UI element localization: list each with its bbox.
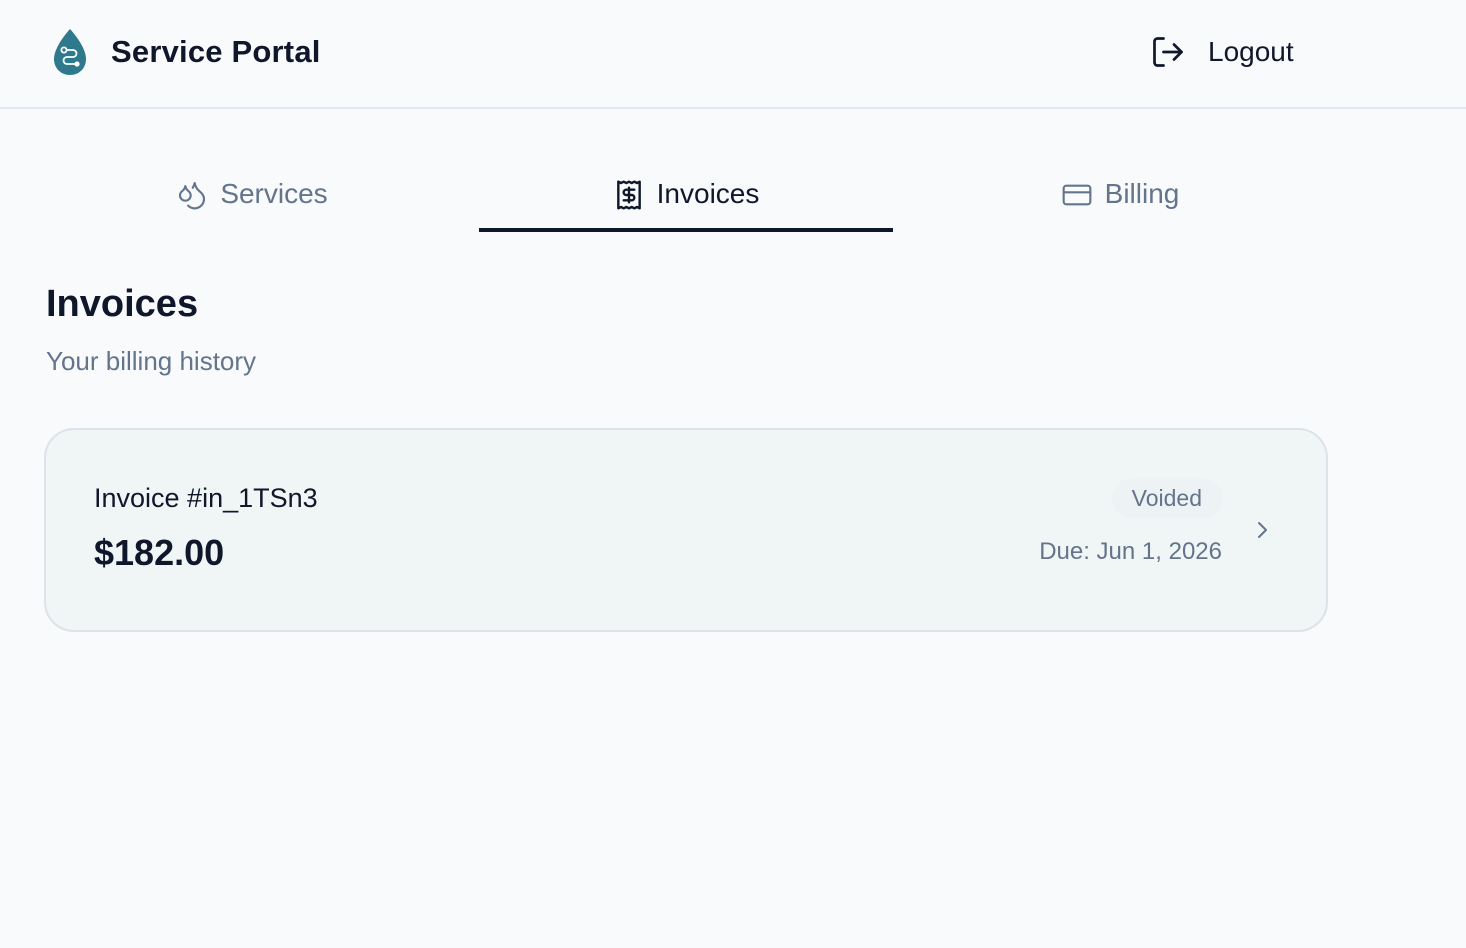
water-drop-route-icon xyxy=(54,29,86,75)
main-tabs: Services Invoices Billing xyxy=(45,160,1287,232)
invoice-due-date: Due: Jun 1, 2026 xyxy=(1039,538,1222,565)
invoice-card[interactable]: Invoice #in_1TSn3 $182.00 Voided Due: Ju… xyxy=(44,428,1328,632)
tab-label-billing: Billing xyxy=(1104,178,1180,209)
page-subtitle: Your billing history xyxy=(46,346,257,376)
tab-invoices[interactable]: Invoices xyxy=(479,160,893,232)
logout-button[interactable]: Logout xyxy=(1150,33,1294,71)
logout-label: Logout xyxy=(1208,36,1294,67)
tab-label-services: Services xyxy=(220,178,328,209)
credit-card-icon xyxy=(1062,184,1092,206)
receipt-icon xyxy=(616,180,641,210)
invoice-number: Invoice #in_1TSn3 xyxy=(94,483,318,513)
invoice-amount: $182.00 xyxy=(94,532,225,573)
tab-label-invoices: Invoices xyxy=(656,178,760,209)
chevron-right-icon xyxy=(1250,518,1274,542)
droplets-icon xyxy=(179,181,206,210)
logout-icon xyxy=(1153,37,1183,67)
app-header: Service Portal Logout xyxy=(0,0,1466,109)
tab-billing[interactable]: Billing xyxy=(913,160,1327,232)
tab-services[interactable]: Services xyxy=(45,160,459,232)
status-badge: Voided xyxy=(1111,478,1222,518)
brand[interactable]: Service Portal xyxy=(50,26,321,78)
brand-title: Service Portal xyxy=(111,34,321,69)
page-title: Invoices xyxy=(46,283,199,325)
